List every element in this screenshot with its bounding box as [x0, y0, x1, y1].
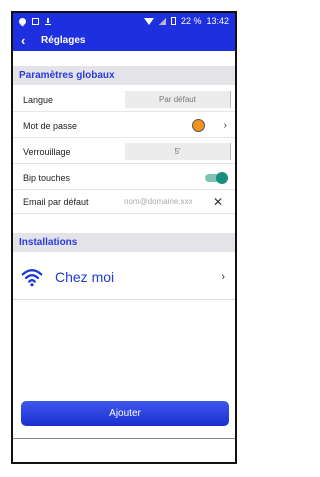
- cell-signal-icon: [158, 17, 166, 25]
- app-bar: ‹ Réglages: [13, 29, 235, 51]
- location-icon: [17, 16, 28, 26]
- language-select[interactable]: Par défaut: [125, 91, 231, 108]
- setting-row-email[interactable]: Email par défaut nom@domaine.xxx ✕: [13, 190, 235, 214]
- email-label: Email par défaut: [23, 196, 89, 207]
- divider: [13, 438, 235, 439]
- download-icon: [45, 17, 51, 25]
- toggle-knob: [216, 171, 228, 184]
- battery-percent: 22 %: [180, 16, 202, 26]
- add-button[interactable]: Ajouter: [21, 401, 229, 426]
- key-beep-toggle[interactable]: [205, 171, 228, 184]
- installation-item-home[interactable]: Chez moi ›: [13, 254, 235, 300]
- clock: 13:42: [206, 16, 229, 26]
- setting-row-lock[interactable]: Verrouillage 5': [13, 140, 235, 164]
- status-bar: 22 % 13:42: [13, 13, 235, 29]
- setting-row-language[interactable]: Langue Par défaut: [13, 88, 235, 112]
- password-label: Mot de passe: [23, 120, 78, 131]
- wifi-signal-icon: [143, 17, 154, 25]
- lock-label: Verrouillage: [23, 146, 71, 157]
- language-label: Langue: [23, 94, 54, 105]
- battery-icon: [170, 17, 176, 25]
- page-title: Réglages: [41, 34, 86, 46]
- section-header-installations: Installations: [13, 233, 235, 252]
- setting-row-key-beep[interactable]: Bip touches: [13, 166, 235, 190]
- gallery-icon: [32, 17, 39, 25]
- chevron-right-icon[interactable]: ›: [221, 271, 225, 283]
- chevron-right-icon[interactable]: ›: [224, 120, 227, 131]
- email-field[interactable]: nom@domaine.xxx: [124, 197, 193, 206]
- installation-name: Chez moi: [55, 268, 115, 285]
- wifi-icon: [21, 268, 43, 286]
- phone-screen: 22 % 13:42 ‹ Réglages Paramètres globaux…: [11, 11, 237, 464]
- section-header-global: Paramètres globaux: [13, 66, 235, 85]
- password-status-dot-icon: [192, 119, 205, 132]
- key-beep-label: Bip touches: [23, 172, 71, 183]
- lock-delay-select[interactable]: 5': [125, 143, 231, 160]
- back-chevron-icon[interactable]: ‹: [21, 33, 37, 48]
- clear-icon[interactable]: ✕: [213, 195, 223, 209]
- setting-row-password[interactable]: Mot de passe ›: [13, 114, 235, 138]
